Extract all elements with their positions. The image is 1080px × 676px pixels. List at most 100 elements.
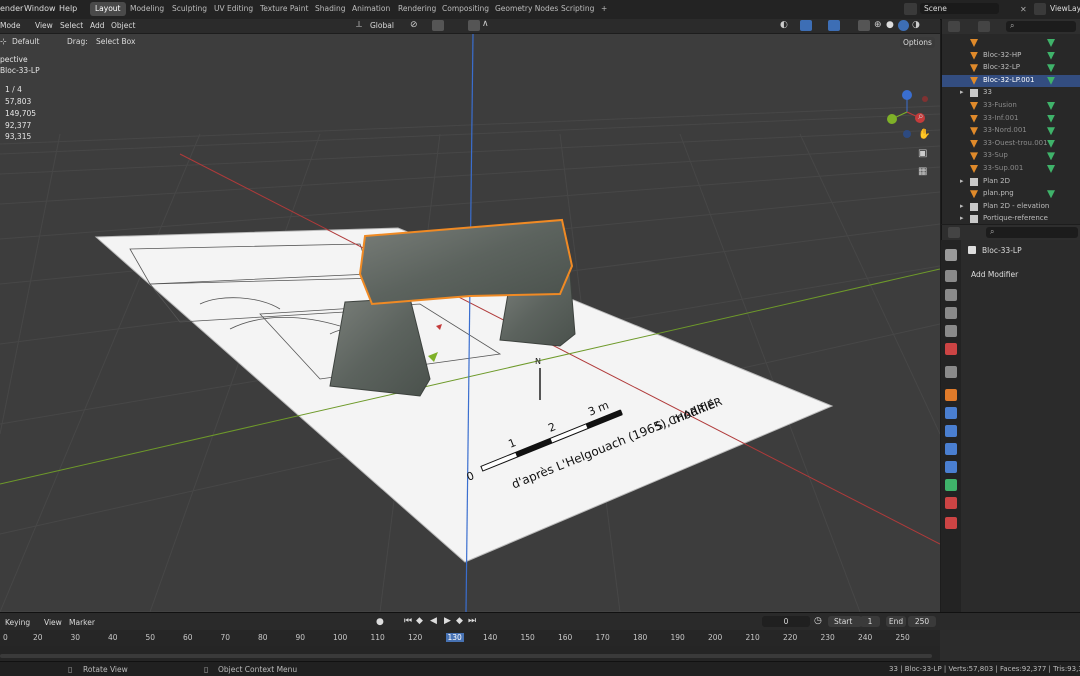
orientation-default-dropdown[interactable]: Default	[12, 37, 39, 46]
view-menu[interactable]: View	[35, 21, 53, 30]
outliner-search-input[interactable]: ⌕	[1006, 21, 1076, 32]
end-frame-field[interactable]: 250	[908, 616, 936, 627]
tab-layout[interactable]: Layout	[90, 2, 126, 16]
zoom-icon[interactable]: ⌕	[918, 111, 924, 122]
nav-neg-x-axis[interactable]	[922, 96, 928, 102]
outliner-row[interactable]: ▸ Plan 2D	[942, 176, 1080, 189]
select-menu[interactable]: Select	[60, 21, 83, 30]
scene-tab-icon[interactable]	[945, 325, 957, 337]
overlays-icon[interactable]	[828, 20, 840, 31]
outliner-row[interactable]: Bloc-32-LP	[942, 62, 1080, 75]
pivot-icon[interactable]: ⊘	[410, 20, 418, 30]
grid-view-icon[interactable]: ▦	[918, 166, 927, 177]
scene-field[interactable]: Scene	[920, 3, 999, 14]
marker-menu[interactable]: Marker	[69, 618, 95, 627]
expand-chevron-icon[interactable]: ▸	[960, 88, 964, 96]
xray-icon[interactable]	[858, 20, 870, 31]
mesh-data-icon[interactable]	[1047, 139, 1055, 148]
gizmo-icon[interactable]	[800, 20, 812, 31]
jump-start-icon[interactable]: ⏮	[404, 616, 412, 626]
play-icon[interactable]: ▶	[444, 616, 451, 626]
tab-modeling[interactable]: Modeling	[125, 2, 169, 16]
render-tab-icon[interactable]	[945, 270, 957, 282]
tab-sculpting[interactable]: Sculpting	[167, 2, 212, 16]
mesh-data-icon[interactable]	[1047, 51, 1055, 60]
current-frame-field[interactable]: 0	[762, 616, 810, 627]
outliner-row[interactable]: ▸ 33	[942, 87, 1080, 100]
close-scene-icon[interactable]: ✕	[1020, 5, 1027, 14]
mesh-data-icon[interactable]	[1047, 76, 1055, 85]
camera-icon[interactable]: ▣	[918, 148, 927, 159]
texture-tab-icon[interactable]	[945, 517, 957, 529]
properties-editor-icon[interactable]	[948, 227, 960, 238]
world-tab-icon[interactable]	[945, 343, 957, 355]
outliner-row[interactable]: 33-Sup	[942, 150, 1080, 163]
add-menu[interactable]: Add	[90, 21, 105, 30]
start-frame-field[interactable]: 1	[860, 616, 880, 627]
scene-icon[interactable]	[904, 3, 917, 15]
object-menu[interactable]: Object	[111, 21, 135, 30]
mesh-data-icon[interactable]	[1047, 102, 1055, 110]
outliner-editor-icon[interactable]	[948, 21, 960, 32]
tab-animation[interactable]: Animation	[347, 2, 395, 16]
menu-render[interactable]: ender	[0, 4, 23, 13]
options-dropdown[interactable]: Options	[900, 37, 935, 48]
falloff-icon[interactable]: ∧	[482, 19, 489, 29]
mesh-data-icon[interactable]	[1047, 165, 1055, 173]
wireframe-shading-icon[interactable]: ⊕	[874, 20, 882, 30]
outliner-row[interactable]: 33-Sup.001	[942, 163, 1080, 176]
record-icon[interactable]: ●	[376, 617, 384, 627]
mesh-data-icon[interactable]	[1047, 190, 1055, 199]
orientation-dropdown[interactable]: Global	[370, 21, 394, 30]
add-workspace-button[interactable]: +	[596, 2, 612, 16]
visibility-icon[interactable]: ◐	[780, 20, 788, 30]
solid-shading-icon[interactable]: ●	[886, 20, 894, 30]
material-tab-icon[interactable]	[945, 497, 957, 509]
tab-shading[interactable]: Shading	[310, 2, 350, 16]
transform-orientation-icon[interactable]: ⟂	[356, 20, 362, 30]
3d-viewport[interactable]: N 0 1 2 3 m d'après L'Helgouach (1965), …	[0, 34, 940, 612]
timeline-track[interactable]	[0, 646, 940, 661]
modifier-tab-icon[interactable]	[945, 407, 957, 419]
expand-chevron-icon[interactable]: ▸	[960, 177, 964, 185]
outliner[interactable]: ⌕ Bloc-32-HP Bloc-32-LP Bloc-32-LP.001 ▸ 33 3…	[941, 19, 1080, 224]
outliner-row[interactable]: 33-Fusion	[942, 100, 1080, 113]
mesh-data-icon[interactable]	[1047, 39, 1055, 47]
output-tab-icon[interactable]	[945, 289, 957, 301]
tab-compositing[interactable]: Compositing	[437, 2, 494, 16]
proportional-edit-icon[interactable]	[468, 20, 480, 31]
drag-select-dropdown[interactable]: Select Box	[96, 37, 135, 46]
prev-keyframe-icon[interactable]: ◆	[416, 616, 423, 626]
properties-search-input[interactable]: ⌕	[986, 227, 1078, 238]
outliner-filter-icon[interactable]	[978, 21, 990, 32]
properties-editor[interactable]: ⌕ Bloc-33-LP Add Modifier	[941, 225, 1080, 612]
timeline-ruler[interactable]	[0, 630, 940, 647]
timeline-view-menu[interactable]: View	[44, 618, 62, 627]
menu-window[interactable]: Window	[24, 4, 56, 13]
mesh-data-icon[interactable]	[1047, 152, 1055, 161]
expand-chevron-icon[interactable]: ▸	[960, 214, 964, 222]
tool-tab-icon[interactable]	[945, 249, 957, 261]
tab-scripting[interactable]: Scripting	[556, 2, 599, 16]
collection-tab-icon[interactable]	[945, 366, 957, 378]
outliner-row[interactable]: Bloc-32-HP	[942, 50, 1080, 63]
constraints-tab-icon[interactable]	[945, 461, 957, 473]
outliner-row[interactable]: Bloc-32-LP.001	[942, 74, 1080, 88]
tab-texture-paint[interactable]: Texture Paint	[255, 2, 313, 16]
outliner-row[interactable]	[942, 37, 1080, 50]
add-modifier-button[interactable]: Add Modifier	[965, 268, 1080, 281]
tab-geometry-nodes[interactable]: Geometry Nodes	[490, 2, 563, 16]
tab-uv-editing[interactable]: UV Editing	[209, 2, 258, 16]
mesh-data-icon[interactable]	[1047, 127, 1055, 136]
physics-tab-icon[interactable]	[945, 443, 957, 455]
jump-end-icon[interactable]: ⏭	[468, 616, 476, 626]
material-shading-icon[interactable]	[898, 20, 909, 31]
next-keyframe-icon[interactable]: ◆	[456, 616, 463, 626]
mode-menu[interactable]: Mode	[0, 21, 20, 30]
rendered-shading-icon[interactable]: ◑	[912, 20, 920, 30]
view-layer-tab-icon[interactable]	[945, 307, 957, 319]
outliner-row[interactable]: ▸ Plan 2D - elevation	[942, 201, 1080, 214]
timeline-scrollbar[interactable]	[0, 654, 932, 658]
play-reverse-icon[interactable]: ◀	[430, 616, 437, 626]
mesh-data-icon[interactable]	[1047, 64, 1055, 73]
